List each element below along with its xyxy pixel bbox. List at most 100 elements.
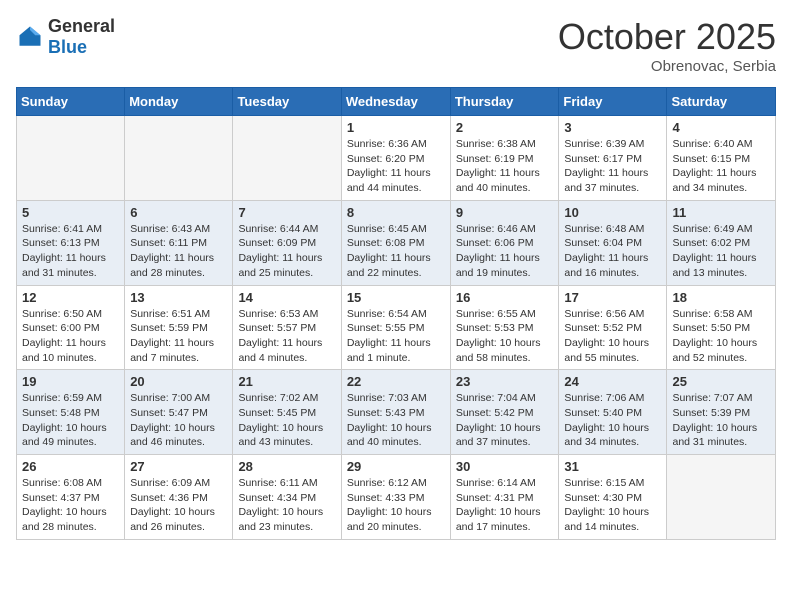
calendar-table: SundayMondayTuesdayWednesdayThursdayFrid… xyxy=(16,87,776,540)
day-info: Sunrise: 6:40 AM Sunset: 6:15 PM Dayligh… xyxy=(672,137,770,196)
day-info: Sunrise: 6:15 AM Sunset: 4:30 PM Dayligh… xyxy=(564,476,661,535)
weekday-header: Monday xyxy=(125,88,233,116)
calendar-day-cell: 1 Sunrise: 6:36 AM Sunset: 6:20 PM Daylig… xyxy=(341,116,450,201)
day-number: 5 xyxy=(22,205,119,220)
calendar-day-cell: 20 Sunrise: 7:00 AM Sunset: 5:47 PM Dayli… xyxy=(125,370,233,455)
day-number: 18 xyxy=(672,290,770,305)
calendar-day-cell: 13 Sunrise: 6:51 AM Sunset: 5:59 PM Dayli… xyxy=(125,285,233,370)
calendar-day-cell: 22Sunrise: 7:03 AM Sunset: 5:43 PM Dayli… xyxy=(341,370,450,455)
day-info: Sunrise: 6:50 AM Sunset: 6:00 PM Dayligh… xyxy=(22,307,119,366)
day-number: 12 xyxy=(22,290,119,305)
calendar-day-cell: 24 Sunrise: 7:06 AM Sunset: 5:40 PM Dayli… xyxy=(559,370,667,455)
calendar-header-row: SundayMondayTuesdayWednesdayThursdayFrid… xyxy=(17,88,776,116)
day-number: 20 xyxy=(130,374,227,389)
day-number: 9 xyxy=(456,205,554,220)
page-header: General Blue October 2025 Obrenovac, Ser… xyxy=(16,16,776,75)
day-number: 1 xyxy=(347,120,445,135)
calendar-day-cell: 3 Sunrise: 6:39 AM Sunset: 6:17 PM Daylig… xyxy=(559,116,667,201)
calendar-week-row: 26 Sunrise: 6:08 AM Sunset: 4:37 PM Dayli… xyxy=(17,455,776,540)
calendar-day-cell: 29 Sunrise: 6:12 AM Sunset: 4:33 PM Dayli… xyxy=(341,455,450,540)
day-info: Sunrise: 7:06 AM Sunset: 5:40 PM Dayligh… xyxy=(564,391,661,450)
day-number: 31 xyxy=(564,459,661,474)
day-number: 6 xyxy=(130,205,227,220)
day-info: Sunrise: 6:11 AM Sunset: 4:34 PM Dayligh… xyxy=(238,476,335,535)
day-number: 16 xyxy=(456,290,554,305)
calendar-day-cell xyxy=(233,116,341,201)
day-info: Sunrise: 7:03 AM Sunset: 5:43 PM Dayligh… xyxy=(347,391,445,450)
calendar-day-cell xyxy=(667,455,776,540)
logo-general-text: General xyxy=(48,16,115,36)
calendar-day-cell: 19Sunrise: 6:59 AM Sunset: 5:48 PM Dayli… xyxy=(17,370,125,455)
calendar-week-row: 12 Sunrise: 6:50 AM Sunset: 6:00 PM Dayli… xyxy=(17,285,776,370)
day-number: 14 xyxy=(238,290,335,305)
day-info: Sunrise: 6:49 AM Sunset: 6:02 PM Dayligh… xyxy=(672,222,770,281)
day-number: 17 xyxy=(564,290,661,305)
day-number: 7 xyxy=(238,205,335,220)
calendar-day-cell xyxy=(17,116,125,201)
day-number: 3 xyxy=(564,120,661,135)
day-info: Sunrise: 6:51 AM Sunset: 5:59 PM Dayligh… xyxy=(130,307,227,366)
calendar-week-row: 5 Sunrise: 6:41 AM Sunset: 6:13 PM Daylig… xyxy=(17,200,776,285)
calendar-week-row: 1 Sunrise: 6:36 AM Sunset: 6:20 PM Daylig… xyxy=(17,116,776,201)
day-info: Sunrise: 6:55 AM Sunset: 5:53 PM Dayligh… xyxy=(456,307,554,366)
day-number: 27 xyxy=(130,459,227,474)
day-info: Sunrise: 7:02 AM Sunset: 5:45 PM Dayligh… xyxy=(238,391,335,450)
day-info: Sunrise: 6:53 AM Sunset: 5:57 PM Dayligh… xyxy=(238,307,335,366)
weekday-header: Friday xyxy=(559,88,667,116)
day-info: Sunrise: 6:56 AM Sunset: 5:52 PM Dayligh… xyxy=(564,307,661,366)
calendar-day-cell: 14 Sunrise: 6:53 AM Sunset: 5:57 PM Dayli… xyxy=(233,285,341,370)
day-info: Sunrise: 6:59 AM Sunset: 5:48 PM Dayligh… xyxy=(22,391,119,450)
day-info: Sunrise: 6:08 AM Sunset: 4:37 PM Dayligh… xyxy=(22,476,119,535)
day-number: 24 xyxy=(564,374,661,389)
day-info: Sunrise: 6:46 AM Sunset: 6:06 PM Dayligh… xyxy=(456,222,554,281)
day-number: 10 xyxy=(564,205,661,220)
day-info: Sunrise: 7:04 AM Sunset: 5:42 PM Dayligh… xyxy=(456,391,554,450)
calendar-day-cell: 30 Sunrise: 6:14 AM Sunset: 4:31 PM Dayli… xyxy=(450,455,559,540)
day-info: Sunrise: 6:43 AM Sunset: 6:11 PM Dayligh… xyxy=(130,222,227,281)
day-number: 25 xyxy=(672,374,770,389)
calendar-day-cell: 5 Sunrise: 6:41 AM Sunset: 6:13 PM Daylig… xyxy=(17,200,125,285)
day-info: Sunrise: 6:54 AM Sunset: 5:55 PM Dayligh… xyxy=(347,307,445,366)
day-info: Sunrise: 6:09 AM Sunset: 4:36 PM Dayligh… xyxy=(130,476,227,535)
day-number: 30 xyxy=(456,459,554,474)
day-info: Sunrise: 6:38 AM Sunset: 6:19 PM Dayligh… xyxy=(456,137,554,196)
day-number: 13 xyxy=(130,290,227,305)
calendar-day-cell: 11 Sunrise: 6:49 AM Sunset: 6:02 PM Dayli… xyxy=(667,200,776,285)
day-number: 2 xyxy=(456,120,554,135)
calendar-day-cell: 12 Sunrise: 6:50 AM Sunset: 6:00 PM Dayli… xyxy=(17,285,125,370)
calendar-day-cell xyxy=(125,116,233,201)
calendar-day-cell: 28Sunrise: 6:11 AM Sunset: 4:34 PM Dayli… xyxy=(233,455,341,540)
title-block: October 2025 Obrenovac, Serbia xyxy=(558,16,776,75)
day-number: 11 xyxy=(672,205,770,220)
calendar-day-cell: 2 Sunrise: 6:38 AM Sunset: 6:19 PM Daylig… xyxy=(450,116,559,201)
calendar-day-cell: 21 Sunrise: 7:02 AM Sunset: 5:45 PM Dayli… xyxy=(233,370,341,455)
logo-blue-text: Blue xyxy=(48,37,87,57)
day-info: Sunrise: 6:58 AM Sunset: 5:50 PM Dayligh… xyxy=(672,307,770,366)
day-number: 8 xyxy=(347,205,445,220)
weekday-header: Thursday xyxy=(450,88,559,116)
calendar-day-cell: 26 Sunrise: 6:08 AM Sunset: 4:37 PM Dayli… xyxy=(17,455,125,540)
calendar-day-cell: 17 Sunrise: 6:56 AM Sunset: 5:52 PM Dayli… xyxy=(559,285,667,370)
weekday-header: Wednesday xyxy=(341,88,450,116)
calendar-day-cell: 25 Sunrise: 7:07 AM Sunset: 5:39 PM Dayli… xyxy=(667,370,776,455)
calendar-day-cell: 9 Sunrise: 6:46 AM Sunset: 6:06 PM Daylig… xyxy=(450,200,559,285)
calendar-day-cell: 10Sunrise: 6:48 AM Sunset: 6:04 PM Dayli… xyxy=(559,200,667,285)
logo: General Blue xyxy=(16,16,115,58)
calendar-day-cell: 31 Sunrise: 6:15 AM Sunset: 4:30 PM Dayli… xyxy=(559,455,667,540)
day-number: 26 xyxy=(22,459,119,474)
calendar-week-row: 19Sunrise: 6:59 AM Sunset: 5:48 PM Dayli… xyxy=(17,370,776,455)
day-info: Sunrise: 7:00 AM Sunset: 5:47 PM Dayligh… xyxy=(130,391,227,450)
weekday-header: Saturday xyxy=(667,88,776,116)
day-number: 29 xyxy=(347,459,445,474)
day-number: 15 xyxy=(347,290,445,305)
day-info: Sunrise: 6:12 AM Sunset: 4:33 PM Dayligh… xyxy=(347,476,445,535)
day-info: Sunrise: 6:44 AM Sunset: 6:09 PM Dayligh… xyxy=(238,222,335,281)
day-info: Sunrise: 7:07 AM Sunset: 5:39 PM Dayligh… xyxy=(672,391,770,450)
day-number: 4 xyxy=(672,120,770,135)
calendar-day-cell: 15 Sunrise: 6:54 AM Sunset: 5:55 PM Dayli… xyxy=(341,285,450,370)
day-info: Sunrise: 6:41 AM Sunset: 6:13 PM Dayligh… xyxy=(22,222,119,281)
day-number: 21 xyxy=(238,374,335,389)
day-info: Sunrise: 6:36 AM Sunset: 6:20 PM Dayligh… xyxy=(347,137,445,196)
day-info: Sunrise: 6:39 AM Sunset: 6:17 PM Dayligh… xyxy=(564,137,661,196)
day-info: Sunrise: 6:14 AM Sunset: 4:31 PM Dayligh… xyxy=(456,476,554,535)
